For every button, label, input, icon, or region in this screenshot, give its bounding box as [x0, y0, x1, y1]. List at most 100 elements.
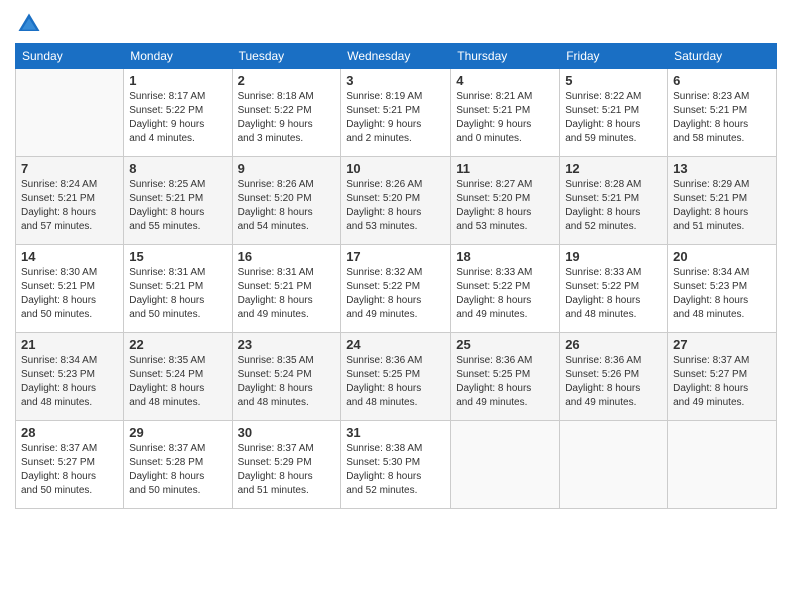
day-info: Sunrise: 8:36 AM Sunset: 5:26 PM Dayligh… [565, 354, 662, 410]
day-number: 20 [673, 249, 771, 264]
calendar-cell: 28 Sunrise: 8:37 AM Sunset: 5:27 PM Dayli… [16, 421, 124, 509]
day-number: 23 [238, 337, 336, 352]
day-info: Sunrise: 8:24 AM Sunset: 5:21 PM Dayligh… [21, 178, 118, 234]
calendar-cell: 7 Sunrise: 8:24 AM Sunset: 5:21 PM Daylig… [16, 157, 124, 245]
day-number: 2 [238, 73, 336, 88]
day-info: Sunrise: 8:37 AM Sunset: 5:27 PM Dayligh… [673, 354, 771, 410]
calendar-cell: 22 Sunrise: 8:35 AM Sunset: 5:24 PM Dayli… [124, 333, 232, 421]
day-number: 31 [346, 425, 445, 440]
calendar-cell: 12 Sunrise: 8:28 AM Sunset: 5:21 PM Dayli… [560, 157, 668, 245]
header [15, 10, 777, 38]
calendar-cell: 25 Sunrise: 8:36 AM Sunset: 5:25 PM Dayli… [451, 333, 560, 421]
calendar-cell: 27 Sunrise: 8:37 AM Sunset: 5:27 PM Dayli… [668, 333, 777, 421]
logo [15, 10, 47, 38]
calendar-cell: 19 Sunrise: 8:33 AM Sunset: 5:22 PM Dayli… [560, 245, 668, 333]
calendar-cell: 13 Sunrise: 8:29 AM Sunset: 5:21 PM Dayli… [668, 157, 777, 245]
weekday-header-monday: Monday [124, 44, 232, 69]
calendar-cell: 30Sunrise: 8:37 AM Sunset: 5:29 PM Dayli… [232, 421, 341, 509]
calendar-week-3: 14 Sunrise: 8:30 AM Sunset: 5:21 PM Dayli… [16, 245, 777, 333]
day-info: Sunrise: 8:21 AM Sunset: 5:21 PM Dayligh… [456, 90, 554, 146]
day-info: Sunrise: 8:34 AM Sunset: 5:23 PM Dayligh… [673, 266, 771, 322]
calendar-cell: 4 Sunrise: 8:21 AM Sunset: 5:21 PM Daylig… [451, 69, 560, 157]
calendar-cell [451, 421, 560, 509]
day-info: Sunrise: 8:26 AM Sunset: 5:20 PM Dayligh… [238, 178, 336, 234]
calendar-week-5: 28 Sunrise: 8:37 AM Sunset: 5:27 PM Dayli… [16, 421, 777, 509]
day-number: 17 [346, 249, 445, 264]
day-number: 25 [456, 337, 554, 352]
day-info: Sunrise: 8:28 AM Sunset: 5:21 PM Dayligh… [565, 178, 662, 234]
calendar-cell [560, 421, 668, 509]
day-number: 13 [673, 161, 771, 176]
day-info: Sunrise: 8:37 AM Sunset: 5:28 PM Dayligh… [129, 442, 226, 498]
day-number: 29 [129, 425, 226, 440]
calendar-cell: 21Sunrise: 8:34 AM Sunset: 5:23 PM Dayli… [16, 333, 124, 421]
calendar-cell: 3 Sunrise: 8:19 AM Sunset: 5:21 PM Daylig… [341, 69, 451, 157]
day-info: Sunrise: 8:31 AM Sunset: 5:21 PM Dayligh… [238, 266, 336, 322]
day-info: Sunrise: 8:30 AM Sunset: 5:21 PM Dayligh… [21, 266, 118, 322]
weekday-header-wednesday: Wednesday [341, 44, 451, 69]
day-info: Sunrise: 8:18 AM Sunset: 5:22 PM Dayligh… [238, 90, 336, 146]
page-container: SundayMondayTuesdayWednesdayThursdayFrid… [0, 0, 792, 519]
calendar-cell: 26 Sunrise: 8:36 AM Sunset: 5:26 PM Dayli… [560, 333, 668, 421]
weekday-header-sunday: Sunday [16, 44, 124, 69]
calendar-cell [668, 421, 777, 509]
day-number: 10 [346, 161, 445, 176]
calendar-cell: 14 Sunrise: 8:30 AM Sunset: 5:21 PM Dayli… [16, 245, 124, 333]
day-number: 21 [21, 337, 118, 352]
day-number: 19 [565, 249, 662, 264]
weekday-header-thursday: Thursday [451, 44, 560, 69]
day-number: 1 [129, 73, 226, 88]
day-info: Sunrise: 8:26 AM Sunset: 5:20 PM Dayligh… [346, 178, 445, 234]
day-info: Sunrise: 8:17 AM Sunset: 5:22 PM Dayligh… [129, 90, 226, 146]
day-number: 9 [238, 161, 336, 176]
day-number: 3 [346, 73, 445, 88]
day-number: 14 [21, 249, 118, 264]
day-number: 8 [129, 161, 226, 176]
day-number: 4 [456, 73, 554, 88]
day-info: Sunrise: 8:35 AM Sunset: 5:24 PM Dayligh… [129, 354, 226, 410]
calendar-cell: 6Sunrise: 8:23 AM Sunset: 5:21 PM Daylig… [668, 69, 777, 157]
day-number: 22 [129, 337, 226, 352]
calendar-cell: 16 Sunrise: 8:31 AM Sunset: 5:21 PM Dayli… [232, 245, 341, 333]
calendar-table: SundayMondayTuesdayWednesdayThursdayFrid… [15, 43, 777, 509]
calendar-cell: 11 Sunrise: 8:27 AM Sunset: 5:20 PM Dayli… [451, 157, 560, 245]
calendar-cell: 5Sunrise: 8:22 AM Sunset: 5:21 PM Daylig… [560, 69, 668, 157]
calendar-cell: 20 Sunrise: 8:34 AM Sunset: 5:23 PM Dayli… [668, 245, 777, 333]
day-info: Sunrise: 8:36 AM Sunset: 5:25 PM Dayligh… [456, 354, 554, 410]
day-info: Sunrise: 8:31 AM Sunset: 5:21 PM Dayligh… [129, 266, 226, 322]
calendar-week-1: 1 Sunrise: 8:17 AM Sunset: 5:22 PM Daylig… [16, 69, 777, 157]
weekday-header-tuesday: Tuesday [232, 44, 341, 69]
calendar-cell: 23 Sunrise: 8:35 AM Sunset: 5:24 PM Dayli… [232, 333, 341, 421]
day-number: 18 [456, 249, 554, 264]
day-info: Sunrise: 8:37 AM Sunset: 5:29 PM Dayligh… [238, 442, 336, 498]
calendar-week-2: 7 Sunrise: 8:24 AM Sunset: 5:21 PM Daylig… [16, 157, 777, 245]
day-number: 24 [346, 337, 445, 352]
day-number: 16 [238, 249, 336, 264]
calendar-cell: 9 Sunrise: 8:26 AM Sunset: 5:20 PM Daylig… [232, 157, 341, 245]
weekday-header-saturday: Saturday [668, 44, 777, 69]
day-info: Sunrise: 8:19 AM Sunset: 5:21 PM Dayligh… [346, 90, 445, 146]
day-number: 27 [673, 337, 771, 352]
day-info: Sunrise: 8:32 AM Sunset: 5:22 PM Dayligh… [346, 266, 445, 322]
day-number: 7 [21, 161, 118, 176]
day-number: 26 [565, 337, 662, 352]
calendar-cell: 1 Sunrise: 8:17 AM Sunset: 5:22 PM Daylig… [124, 69, 232, 157]
day-info: Sunrise: 8:35 AM Sunset: 5:24 PM Dayligh… [238, 354, 336, 410]
day-info: Sunrise: 8:27 AM Sunset: 5:20 PM Dayligh… [456, 178, 554, 234]
weekday-header-friday: Friday [560, 44, 668, 69]
calendar-cell: 2 Sunrise: 8:18 AM Sunset: 5:22 PM Daylig… [232, 69, 341, 157]
day-number: 28 [21, 425, 118, 440]
calendar-cell: 31 Sunrise: 8:38 AM Sunset: 5:30 PM Dayli… [341, 421, 451, 509]
day-info: Sunrise: 8:37 AM Sunset: 5:27 PM Dayligh… [21, 442, 118, 498]
calendar-cell [16, 69, 124, 157]
day-info: Sunrise: 8:33 AM Sunset: 5:22 PM Dayligh… [565, 266, 662, 322]
day-number: 11 [456, 161, 554, 176]
day-info: Sunrise: 8:29 AM Sunset: 5:21 PM Dayligh… [673, 178, 771, 234]
logo-icon [15, 10, 43, 38]
calendar-cell: 8Sunrise: 8:25 AM Sunset: 5:21 PM Daylig… [124, 157, 232, 245]
day-number: 15 [129, 249, 226, 264]
day-info: Sunrise: 8:38 AM Sunset: 5:30 PM Dayligh… [346, 442, 445, 498]
day-number: 12 [565, 161, 662, 176]
calendar-cell: 29 Sunrise: 8:37 AM Sunset: 5:28 PM Dayli… [124, 421, 232, 509]
calendar-cell: 10 Sunrise: 8:26 AM Sunset: 5:20 PM Dayli… [341, 157, 451, 245]
